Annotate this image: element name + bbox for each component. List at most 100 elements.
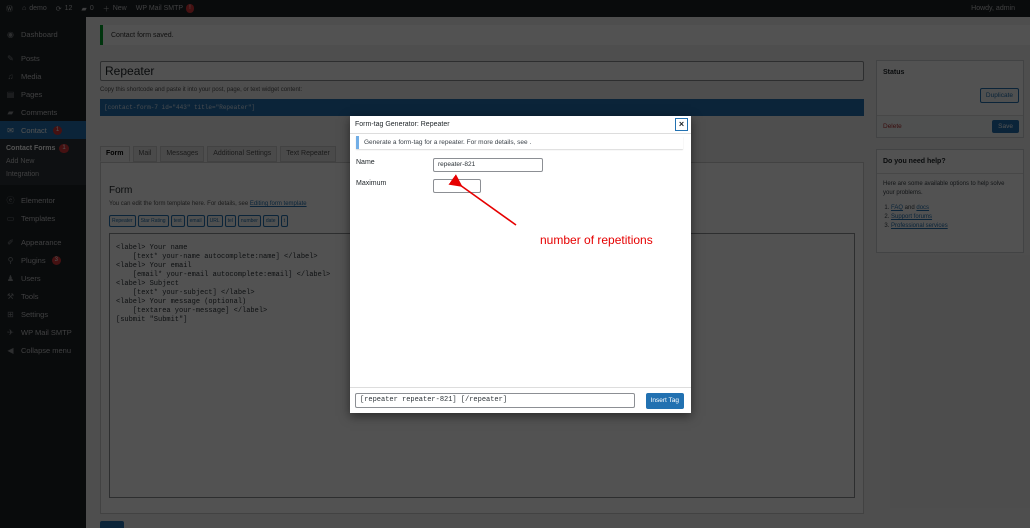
plugin-icon: ⚲ (7, 255, 14, 265)
tag-button-date[interactable]: date (262, 215, 279, 227)
help-text: Here are some available options to help … (883, 181, 1005, 196)
mail-icon: ✉ (7, 125, 14, 135)
shortcode-note: Copy this shortcode and paste it into yo… (100, 87, 303, 93)
close-icon[interactable]: × (675, 118, 688, 131)
pin-icon: ✎ (7, 53, 14, 63)
save-button[interactable]: Save (992, 120, 1019, 133)
refresh-icon: ⟳ (55, 5, 62, 13)
wordpress-logo-icon[interactable]: Ⓦ (6, 4, 13, 14)
menu-settings[interactable]: ⊞ Settings (0, 305, 86, 323)
tag-button-url[interactable]: URL (206, 215, 223, 227)
users-icon: ♟ (6, 273, 15, 283)
tag-button-more[interactable]: t (280, 215, 288, 227)
tab-text-repeater[interactable]: Text Repeater (280, 146, 336, 162)
maximum-label: Maximum (356, 180, 387, 187)
plugins-badge: 3 (51, 255, 61, 265)
menu-media[interactable]: ♫ Media (0, 67, 86, 85)
status-heading: Status (883, 69, 905, 76)
admin-bar: Ⓦ ⌂ demo ⟳ 12 ▰ 0 ＋ New WP Mail SMTP! Howdy,… (0, 0, 1030, 17)
menu-templates[interactable]: ▭ Templates (0, 209, 86, 227)
tag-button-text[interactable]: text (170, 215, 185, 227)
tab-form[interactable]: Form (100, 146, 130, 162)
tag-button-email[interactable]: email (186, 215, 205, 227)
elementor-icon: ⓔ (6, 195, 15, 205)
help-box: Do you need help? Here are some availabl… (876, 149, 1024, 253)
saved-notice: Contact form saved. (100, 25, 1030, 45)
tag-generator-modal: Form-tag Generator: Repeater × Generate … (350, 116, 691, 413)
site-name-link[interactable]: ⌂ demo (22, 5, 47, 12)
submenu-contact-forms[interactable]: Contact Forms 1 (0, 142, 86, 155)
comments-link[interactable]: ▰ 0 (81, 5, 93, 13)
media-icon: ♫ (7, 71, 14, 81)
menu-contact[interactable]: ✉ Contact 1 (0, 121, 86, 139)
tag-button-repeater[interactable]: Repeater (109, 215, 136, 227)
menu-tools[interactable]: ⚒ Tools (0, 287, 86, 305)
bottom-save-button[interactable] (100, 521, 124, 528)
list-item: Support forums (891, 213, 1023, 222)
contact-forms-badge: 1 (59, 144, 69, 153)
menu-users[interactable]: ♟ Users (0, 269, 86, 287)
menu-appearance[interactable]: ✐ Appearance (0, 233, 86, 251)
modal-info: Generate a form-tag for a repeater. For … (356, 136, 683, 149)
menu-posts[interactable]: ✎ Posts (0, 49, 86, 67)
menu-dashboard[interactable]: ◉ Dashboard (0, 25, 86, 43)
settings-icon: ⊞ (7, 309, 14, 319)
duplicate-button[interactable]: Duplicate (979, 88, 1019, 103)
menu-collapse[interactable]: ◀ Collapse menu (0, 341, 86, 359)
contact-submenu: Contact Forms 1 Add New Integration (0, 139, 86, 185)
collapse-icon: ◀ (7, 345, 14, 355)
menu-plugins[interactable]: ⚲ Plugins 3 (0, 251, 86, 269)
tag-button-number[interactable]: number (237, 215, 261, 227)
panel-note: You can edit the form template here. For… (109, 201, 307, 207)
comment-icon: ▰ (7, 107, 14, 117)
submenu-add-new[interactable]: Add New (0, 155, 86, 168)
insert-tag-button[interactable]: Insert Tag (645, 393, 684, 409)
delete-link[interactable]: Delete (883, 123, 902, 130)
smtp-link[interactable]: WP Mail SMTP! (136, 4, 194, 13)
updates-link[interactable]: ⟳ 12 (56, 5, 73, 13)
contact-badge: 1 (52, 125, 63, 135)
faq-link[interactable]: FAQ (891, 205, 903, 211)
menu-wp-mail-smtp[interactable]: ✈ WP Mail SMTP (0, 323, 86, 341)
new-content-link[interactable]: ＋ New (103, 4, 127, 14)
name-label: Name (356, 159, 375, 166)
modal-footer: [repeater repeater-821] [/repeater] Inse… (350, 387, 691, 413)
list-item: FAQ and docs (891, 204, 1023, 213)
tag-button-star-rating[interactable]: Star Rating (137, 215, 169, 227)
support-forums-link[interactable]: Support forums (891, 214, 932, 220)
brush-icon: ✐ (7, 237, 14, 247)
docs-link[interactable]: docs (916, 205, 929, 211)
home-icon: ⌂ (22, 5, 27, 12)
form-title-input[interactable]: Repeater (100, 61, 864, 81)
maximum-field[interactable] (433, 179, 481, 193)
smtp-icon: ✈ (7, 327, 14, 337)
editor-tabs: Form Mail Messages Additional Settings T… (100, 146, 336, 162)
tag-button-tel[interactable]: tel (224, 215, 236, 227)
help-links: FAQ and docs Support forums Professional… (877, 204, 1023, 231)
tab-mail[interactable]: Mail (132, 146, 158, 162)
wrench-icon: ⚒ (6, 291, 15, 301)
modal-title: Form-tag Generator: Repeater (350, 116, 691, 134)
menu-comments[interactable]: ▰ Comments (0, 103, 86, 121)
name-field[interactable]: repeater-821 (433, 158, 543, 172)
professional-services-link[interactable]: Professional services (891, 223, 948, 229)
admin-sidebar: ◉ Dashboard ✎ Posts ♫ Media ▤ Pages ▰ Comment… (0, 17, 86, 528)
comment-icon: ▰ (81, 5, 87, 13)
menu-elementor[interactable]: ⓔ Elementor (0, 191, 86, 209)
tag-output-field[interactable]: [repeater repeater-821] [/repeater] (355, 393, 635, 408)
howdy-account[interactable]: Howdy, admin (971, 5, 1015, 12)
shortcode-field[interactable]: [contact-form-7 id="443" title="Repeater… (100, 99, 864, 116)
status-box: Status Duplicate Delete Save (876, 60, 1024, 138)
tab-messages[interactable]: Messages (160, 146, 205, 162)
panel-heading: Form (109, 185, 133, 196)
menu-pages[interactable]: ▤ Pages (0, 85, 86, 103)
editing-template-link[interactable]: Editing form template (250, 201, 307, 207)
plus-icon: ＋ (102, 5, 110, 13)
tab-additional-settings[interactable]: Additional Settings (207, 146, 278, 162)
status-footer: Delete Save (877, 115, 1023, 137)
annotation-label: number of repetitions (540, 233, 653, 247)
submenu-integration[interactable]: Integration (0, 168, 86, 181)
dashboard-icon: ◉ (7, 29, 14, 39)
smtp-badge: ! (186, 4, 194, 13)
pages-icon: ▤ (6, 89, 15, 99)
